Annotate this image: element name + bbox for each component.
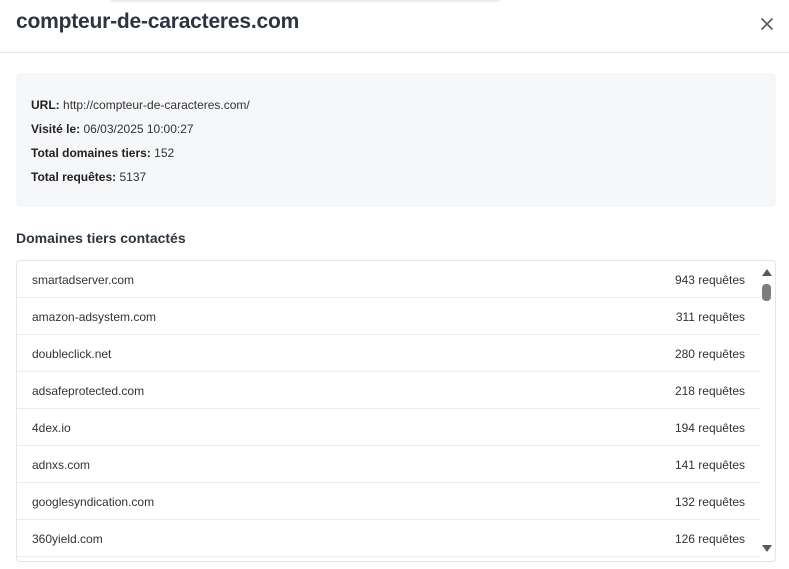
request-count: 311 requêtes xyxy=(675,310,745,324)
request-count: 141 requêtes xyxy=(674,458,745,472)
request-count: 943 requêtes xyxy=(674,273,745,287)
list-item[interactable]: googlesyndication.com 132 requêtes xyxy=(17,483,760,520)
info-url: URL: http://compteur-de-caracteres.com/ xyxy=(31,98,250,112)
list-item[interactable]: smartadserver.com 943 requêtes xyxy=(17,261,760,298)
info-total-requests-value: 5137 xyxy=(119,170,147,184)
domain-name: 360yield.com xyxy=(32,532,103,546)
site-info-panel: URL: http://compteur-de-caracteres.com/ … xyxy=(16,73,776,207)
list-item[interactable]: adsafeprotected.com 218 requêtes xyxy=(17,372,760,409)
info-url-label: URL: xyxy=(31,98,60,112)
info-total-requests-label: Total requêtes: xyxy=(31,170,117,184)
info-visited-value: 06/03/2025 10:00:27 xyxy=(83,122,194,136)
domain-name: smartadserver.com xyxy=(32,273,135,287)
request-count: 194 requêtes xyxy=(674,421,745,435)
close-button[interactable] xyxy=(756,13,778,35)
list-item[interactable]: doubleclick.net 280 requêtes xyxy=(17,335,760,372)
modal-header: compteur-de-caracteres.com xyxy=(0,0,789,53)
scrollbar-thumb[interactable] xyxy=(762,284,771,301)
list-item[interactable]: amazon-adsystem.com 311 requêtes xyxy=(17,298,760,335)
domain-name: doubleclick.net xyxy=(32,347,112,361)
list-scrollbar[interactable] xyxy=(759,262,774,560)
domain-name: googlesyndication.com xyxy=(32,495,155,509)
info-visited: Visité le: 06/03/2025 10:00:27 xyxy=(31,122,194,136)
request-count: 218 requêtes xyxy=(674,384,745,398)
info-visited-label: Visité le: xyxy=(31,122,81,136)
info-total-domains-value: 152 xyxy=(154,146,175,160)
list-item[interactable]: 4dex.io 194 requêtes xyxy=(17,409,760,446)
info-total-domains-label: Total domaines tiers: xyxy=(31,146,151,160)
scroll-up-arrow-icon[interactable] xyxy=(762,269,772,276)
info-url-value: http://compteur-de-caracteres.com/ xyxy=(63,98,250,112)
domain-list[interactable]: smartadserver.com 943 requêtes amazon-ad… xyxy=(16,260,776,562)
domain-name: adsafeprotected.com xyxy=(32,384,145,398)
close-icon xyxy=(761,18,773,30)
request-count: 126 requêtes xyxy=(674,532,745,546)
list-item[interactable]: adnxs.com 141 requêtes xyxy=(17,446,760,483)
domain-rows: smartadserver.com 943 requêtes amazon-ad… xyxy=(17,261,760,557)
domain-name: adnxs.com xyxy=(32,458,91,472)
info-total-domains: Total domaines tiers: 152 xyxy=(31,146,174,160)
request-count: 280 requêtes xyxy=(674,347,745,361)
scroll-down-arrow-icon[interactable] xyxy=(762,545,772,552)
request-count: 132 requêtes xyxy=(674,495,745,509)
list-item[interactable]: 360yield.com 126 requêtes xyxy=(17,520,760,557)
domain-name: 4dex.io xyxy=(32,421,71,435)
info-total-requests: Total requêtes: 5137 xyxy=(31,170,146,184)
modal-title: compteur-de-caracteres.com xyxy=(16,10,300,33)
domain-name: amazon-adsystem.com xyxy=(32,310,157,324)
section-title: Domaines tiers contactés xyxy=(16,230,186,246)
